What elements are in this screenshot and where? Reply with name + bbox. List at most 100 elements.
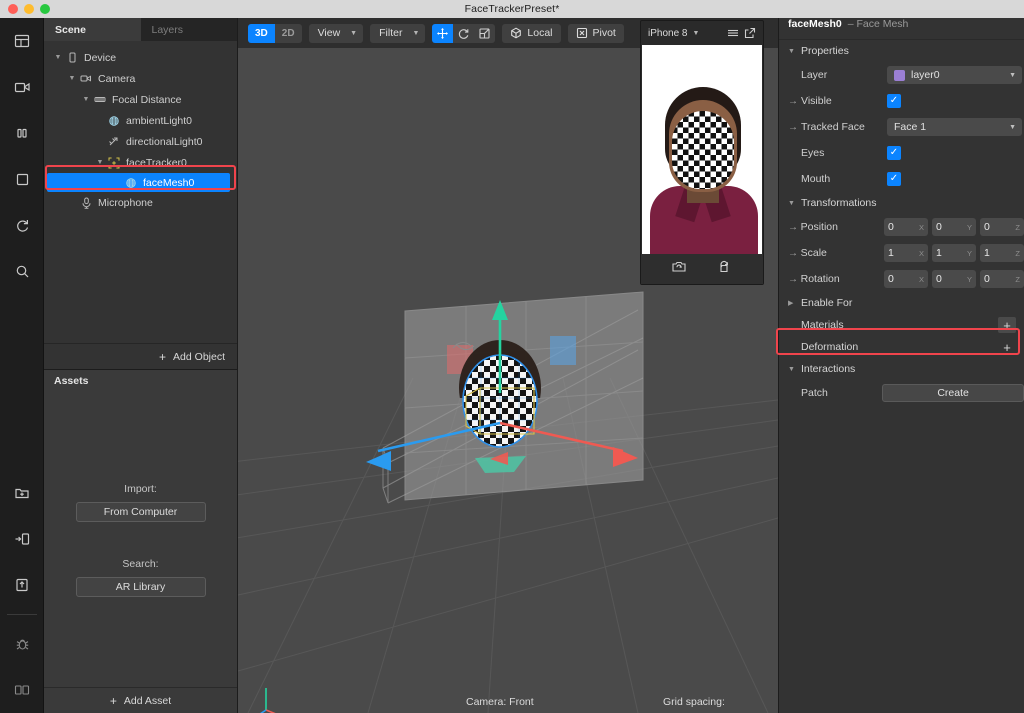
tree-item-focal-distance[interactable]: ▼ Focal Distance (44, 89, 237, 110)
scale-z-input[interactable]: 1Z (980, 244, 1024, 262)
patch-arrow-icon[interactable]: → (788, 274, 801, 285)
rail-pause-icon[interactable] (0, 110, 44, 156)
mode-2d-button[interactable]: 2D (274, 23, 302, 43)
view-menu-button[interactable]: View ▼ (308, 23, 364, 43)
face-mesh-checker-overlay (672, 111, 734, 189)
section-enable-for[interactable]: ▶ Enable For (779, 292, 1024, 314)
rotation-z-input[interactable]: 0Z (980, 270, 1024, 288)
visible-checkbox[interactable]: ✓ (887, 94, 901, 108)
chevron-down-icon: ▼ (350, 29, 358, 37)
tracked-face-value: Face 1 (894, 121, 927, 133)
tracked-face-dropdown[interactable]: Face 1 ▼ (887, 118, 1022, 136)
move-tool-icon[interactable] (432, 23, 454, 43)
preview-screen[interactable] (642, 45, 762, 254)
mouth-label: Mouth (801, 173, 831, 185)
pivot-button[interactable]: Pivot (567, 23, 624, 43)
chevron-down-icon: ▼ (412, 29, 420, 37)
local-space-button[interactable]: Local (502, 23, 561, 43)
filter-menu-button[interactable]: Filter ▼ (370, 23, 426, 43)
rail-search-icon[interactable] (0, 248, 44, 294)
rotation-x-input[interactable]: 0X (884, 270, 928, 288)
eyes-checkbox[interactable]: ✓ (887, 146, 901, 160)
tab-scene[interactable]: Scene (44, 18, 141, 41)
scale-x-input[interactable]: 1X (884, 244, 928, 262)
scale-y-input[interactable]: 1Y (932, 244, 976, 262)
add-asset-button[interactable]: + Add Asset (44, 687, 237, 713)
section-enable-for-label: Enable For (801, 297, 853, 309)
rail-bottom-group (0, 470, 44, 713)
patch-arrow-icon[interactable]: → (788, 122, 801, 133)
create-patch-button[interactable]: Create (882, 384, 1024, 402)
patch-arrow-icon[interactable]: → (788, 222, 801, 233)
hamburger-icon[interactable] (727, 27, 739, 39)
section-transformations[interactable]: ▼ Transformations (779, 192, 1024, 214)
tree-item-camera[interactable]: ▼ Camera (44, 68, 237, 89)
maximize-button[interactable] (40, 4, 50, 14)
record-rotate-icon[interactable] (717, 259, 733, 280)
patch-arrow-icon[interactable]: → (788, 96, 801, 107)
chevron-down-icon[interactable]: ▼ (692, 30, 699, 37)
rotation-y-input[interactable]: 0Y (932, 270, 976, 288)
minimize-button[interactable] (24, 4, 34, 14)
patch-arrow-icon[interactable]: → (788, 248, 801, 259)
device-preview: iPhone 8 ▼ (640, 20, 764, 285)
position-y-input[interactable]: 0Y (932, 218, 976, 236)
section-deformation[interactable]: Deformation + (779, 336, 1024, 358)
rail-folder-plus-icon[interactable] (0, 470, 44, 516)
rail-bug-icon[interactable] (0, 621, 44, 667)
device-name[interactable]: iPhone 8 (648, 28, 687, 39)
title-bar: FaceTrackerPreset* (0, 0, 1024, 18)
tree-item-directionallight0[interactable]: directionalLight0 (44, 131, 237, 152)
add-material-button[interactable]: + (998, 317, 1016, 333)
close-button[interactable] (8, 4, 18, 14)
rail-send-to-device-icon[interactable] (0, 516, 44, 562)
tree-item-microphone[interactable]: Microphone (44, 192, 237, 213)
chevron-down-icon[interactable]: ▼ (80, 96, 92, 103)
axis-label: Y (966, 274, 972, 284)
layer-dropdown[interactable]: layer0 ▼ (887, 66, 1022, 84)
rail-panels-icon[interactable] (0, 667, 44, 713)
scene-tabs: Scene Layers (44, 18, 237, 41)
layer-color-swatch (894, 69, 905, 81)
tree-item-facemesh0[interactable]: faceMesh0 (47, 173, 230, 192)
rail-layout-icon[interactable] (0, 18, 44, 64)
tree-item-ambientlight0[interactable]: ambientLight0 (44, 110, 237, 131)
rail-divider (7, 614, 37, 615)
row-visible: → Visible ✓ (779, 88, 1024, 114)
external-link-icon[interactable] (744, 27, 756, 39)
pivot-icon (576, 27, 587, 39)
mouth-checkbox[interactable]: ✓ (887, 172, 901, 186)
rail-upload-icon[interactable] (0, 562, 44, 608)
rotate-tool-icon[interactable] (453, 23, 475, 43)
section-interactions[interactable]: ▼ Interactions (779, 358, 1024, 380)
tree-item-facetracker0[interactable]: ▼ faceTracker0 (44, 152, 237, 173)
rail-stop-square-icon[interactable] (0, 156, 44, 202)
ar-library-button[interactable]: AR Library (75, 576, 206, 597)
dimension-toggle: 3D 2D (248, 23, 302, 43)
add-object-button[interactable]: + Add Object (44, 343, 237, 369)
tree-item-device[interactable]: ▼ Device (44, 47, 237, 68)
rail-refresh-icon[interactable] (0, 202, 44, 248)
axis-label: X (918, 248, 924, 258)
camera-flip-icon[interactable] (671, 259, 687, 280)
import-from-computer-button[interactable]: From Computer (75, 501, 206, 522)
section-materials-label: Materials (801, 319, 844, 331)
scale-tool-icon[interactable] (474, 23, 496, 43)
face-mesh-icon (123, 177, 139, 189)
tab-layers[interactable]: Layers (140, 18, 237, 41)
section-properties[interactable]: ▼ Properties (779, 40, 1024, 62)
row-patch: Patch Create (779, 380, 1024, 406)
add-deformation-button[interactable]: + (998, 339, 1016, 355)
value: 0 (984, 273, 990, 285)
chevron-down-icon[interactable]: ▼ (52, 54, 64, 61)
position-x-input[interactable]: 0X (884, 218, 928, 236)
position-z-input[interactable]: 0Z (980, 218, 1024, 236)
chevron-down-icon[interactable]: ▼ (94, 159, 106, 166)
eyes-label: Eyes (801, 147, 825, 159)
chevron-down-icon[interactable]: ▼ (66, 75, 78, 82)
rail-video-camera-icon[interactable] (0, 64, 44, 110)
row-rotation: → Rotation 0X0Y0Z (779, 266, 1024, 292)
mode-3d-button[interactable]: 3D (248, 23, 275, 43)
section-materials[interactable]: Materials + (779, 314, 1024, 336)
tree-item-label: faceTracker0 (126, 156, 187, 169)
